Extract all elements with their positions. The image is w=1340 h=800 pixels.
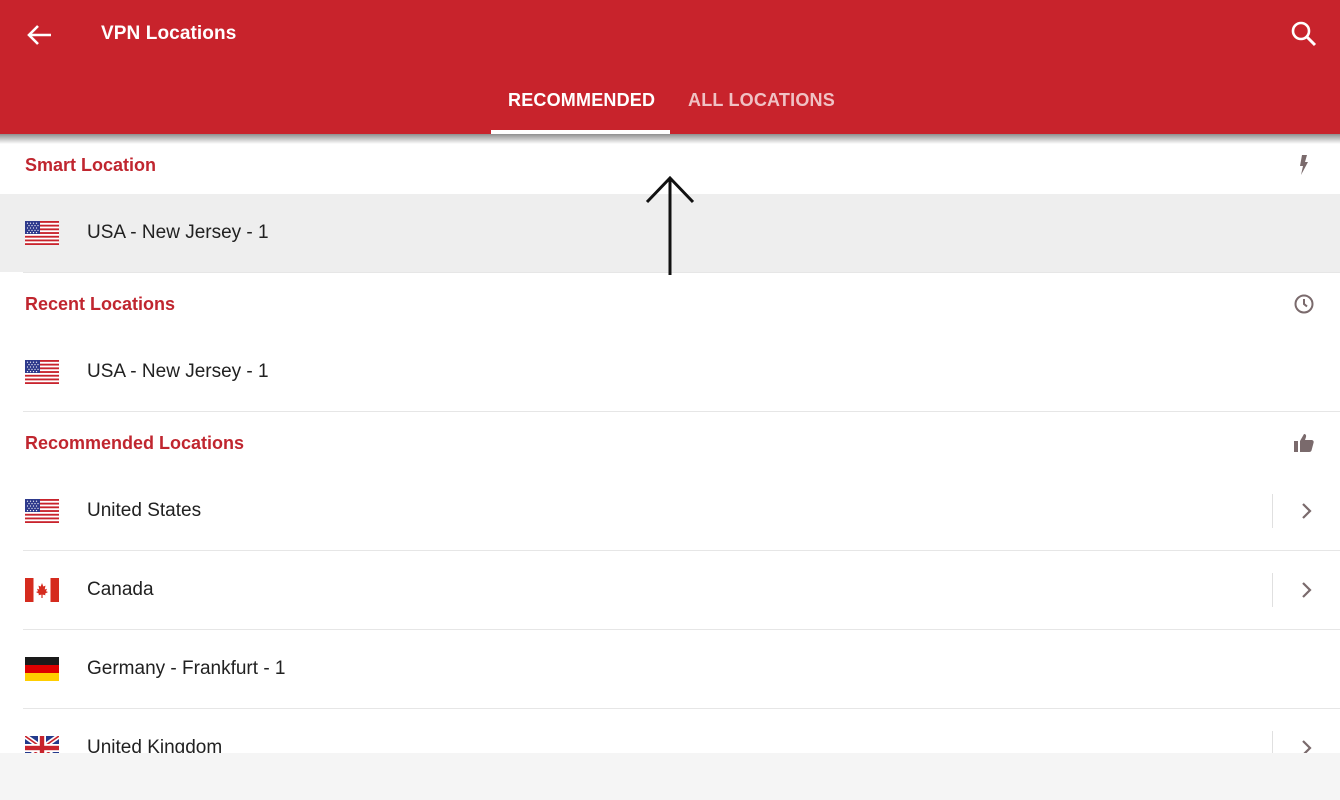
section-header-recommended: Recommended Locations [0, 412, 1340, 472]
app-bar: VPN Locations RECOMMENDED ALL LOCATIONS [0, 0, 1340, 134]
de-flag-icon [25, 657, 59, 681]
uk-flag-icon [25, 736, 59, 753]
chevron-right-icon[interactable] [1294, 736, 1318, 753]
list-item-label: Canada [87, 579, 154, 600]
back-button[interactable] [24, 19, 56, 51]
list-item-recent-location[interactable]: USA - New Jersey - 1 [0, 333, 1340, 411]
section-header-recent: Recent Locations [0, 273, 1340, 333]
us-flag-icon [25, 360, 59, 384]
page-title: VPN Locations [101, 23, 237, 44]
tab-recommended[interactable]: RECOMMENDED [508, 90, 655, 111]
search-icon [1291, 21, 1317, 47]
lightning-bolt-icon [1300, 155, 1308, 175]
search-button[interactable] [1288, 18, 1320, 50]
list-item-label: United Kingdom [87, 737, 223, 753]
tab-all-locations[interactable]: ALL LOCATIONS [688, 90, 835, 111]
list-item-label: USA - New Jersey - 1 [87, 361, 269, 382]
divider [1272, 494, 1273, 528]
section-title-smart: Smart Location [25, 155, 157, 175]
clock-icon [1294, 294, 1314, 314]
list-item-label: USA - New Jersey - 1 [87, 222, 269, 243]
us-flag-icon [25, 499, 59, 523]
arrow-left-icon [27, 25, 51, 45]
list-item-label: Germany - Frankfurt - 1 [87, 658, 286, 679]
thumbs-up-icon [1294, 434, 1314, 452]
section-title-recent: Recent Locations [25, 294, 176, 314]
divider [1272, 731, 1273, 753]
up-arrow-annotation-icon [645, 175, 695, 275]
us-flag-icon [25, 221, 59, 245]
chevron-right-icon[interactable] [1294, 499, 1318, 523]
list-item-canada[interactable]: Canada [0, 551, 1340, 629]
list-item-germany-frankfurt[interactable]: Germany - Frankfurt - 1 [0, 630, 1340, 708]
divider [1272, 573, 1273, 607]
list-item-united-states[interactable]: United States [0, 472, 1340, 550]
app-bar-shadow [0, 134, 1340, 144]
list-item-label: United States [87, 500, 202, 521]
chevron-right-icon[interactable] [1294, 578, 1318, 602]
bottom-area [0, 753, 1340, 800]
list-item-united-kingdom[interactable]: United Kingdom [0, 709, 1340, 753]
ca-flag-icon [25, 578, 59, 602]
section-title-recommended: Recommended Locations [25, 433, 245, 453]
